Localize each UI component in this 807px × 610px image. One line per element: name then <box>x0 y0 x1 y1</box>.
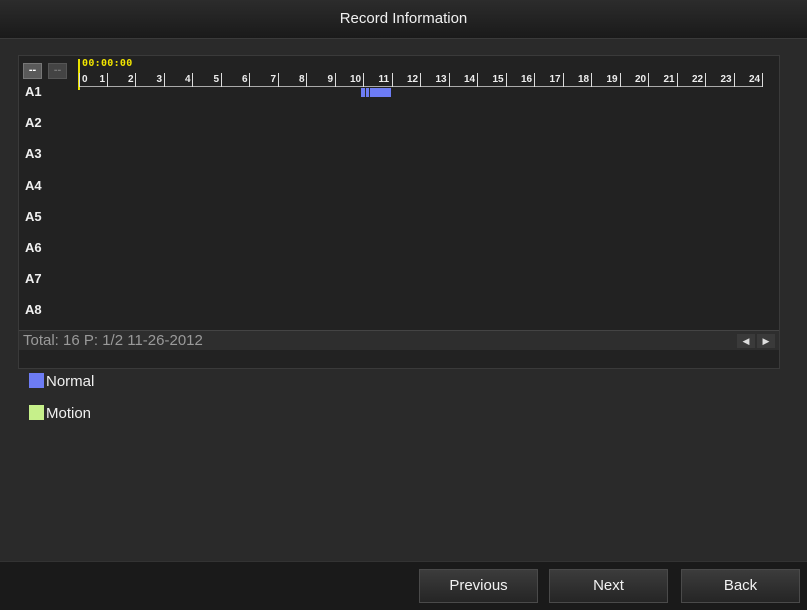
hour-tick <box>220 73 222 87</box>
channel-label: A4 <box>25 177 42 193</box>
legend-item-normal: Normal <box>29 373 94 390</box>
legend-swatch <box>29 405 44 420</box>
hour-label: 1 <box>99 74 106 85</box>
hour-tick <box>733 73 735 87</box>
hour-label: 4 <box>185 74 191 85</box>
hour-tick <box>534 73 535 87</box>
segment-divider <box>369 88 371 97</box>
hour-tick <box>163 73 165 87</box>
hour-tick <box>192 73 193 87</box>
segment-divider <box>365 88 367 97</box>
hour-label: 12 <box>407 74 419 85</box>
hour-tick <box>705 73 706 87</box>
zoom-out-button[interactable]: -- <box>48 63 67 79</box>
hour-tick <box>306 73 307 87</box>
channel-label: A5 <box>25 208 42 224</box>
hour-tick <box>334 73 336 87</box>
record-timeline-panel: -- -- 00:00:00 0 1 2 3 4 5 6 7 8 9 10 11 12 13 14 15 16 1… <box>18 55 780 369</box>
channel-label: A8 <box>25 302 42 318</box>
hour-tick <box>106 73 108 87</box>
hour-tick <box>762 73 763 87</box>
status-bar: Total: 16 P: 1/2 11-26-2012 <box>19 330 779 350</box>
hour-tick <box>676 73 678 87</box>
hour-label: 2 <box>128 74 134 85</box>
hour-label: 0 <box>82 74 88 85</box>
hour-tick <box>79 73 80 87</box>
hour-tick <box>391 73 393 87</box>
recording-segment[interactable] <box>361 88 392 97</box>
hour-label: 19 <box>606 74 618 85</box>
hour-tick <box>448 73 450 87</box>
hour-label: 21 <box>663 74 675 85</box>
hour-tick <box>277 73 279 87</box>
hour-tick <box>477 73 478 87</box>
channel-label: A1 <box>25 84 42 99</box>
legend-label: Motion <box>46 405 92 422</box>
channel-label: A3 <box>25 146 42 162</box>
ruler-baseline <box>79 86 763 87</box>
hour-label: 5 <box>213 74 220 85</box>
scroll-right-icon[interactable]: ▶ <box>757 334 775 348</box>
hour-tick <box>562 73 564 87</box>
hour-ruler[interactable]: 0 1 2 3 4 5 6 7 8 9 10 11 12 13 14 15 16 17 18 19 20 21 22 23 24 <box>79 73 763 89</box>
cursor-time-label: 00:00:00 <box>82 58 133 69</box>
hour-tick <box>648 73 649 87</box>
channel-label: A6 <box>25 240 42 255</box>
hour-label: 17 <box>549 74 561 85</box>
next-button[interactable]: Next <box>549 569 668 603</box>
hour-tick <box>591 73 592 87</box>
hour-tick <box>505 73 507 87</box>
legend-item-motion: Motion <box>29 405 91 422</box>
hour-tick <box>135 73 136 87</box>
hour-label: 3 <box>156 74 163 85</box>
previous-button[interactable]: Previous <box>419 569 538 603</box>
zoom-in-button[interactable]: -- <box>23 63 42 79</box>
hour-label: 9 <box>327 74 334 85</box>
legend-swatch <box>29 373 44 388</box>
hour-label: 11 <box>378 74 390 85</box>
hour-label: 14 <box>464 74 476 85</box>
scroll-left-icon[interactable]: ◀ <box>737 334 755 348</box>
hour-tick <box>420 73 421 87</box>
hour-label: 16 <box>521 74 533 85</box>
channel-label: A2 <box>25 115 42 131</box>
legend-label: Normal <box>46 373 95 390</box>
hour-label: 20 <box>635 74 647 85</box>
hour-label: 6 <box>242 74 248 85</box>
window-title: Record Information <box>0 0 807 39</box>
hour-label: 22 <box>692 74 704 85</box>
hour-label: 10 <box>350 74 362 85</box>
hour-label: 24 <box>749 74 761 85</box>
hour-label: 8 <box>299 74 305 85</box>
channel-label: A7 <box>25 271 42 287</box>
hour-label: 13 <box>435 74 447 85</box>
hour-label: 23 <box>720 74 732 85</box>
hour-label: 18 <box>578 74 590 85</box>
back-button[interactable]: Back <box>681 569 800 603</box>
hour-label: 7 <box>270 74 277 85</box>
hour-tick <box>619 73 621 87</box>
hour-label: 15 <box>492 74 504 85</box>
hour-tick <box>249 73 250 87</box>
hour-tick <box>363 73 364 87</box>
